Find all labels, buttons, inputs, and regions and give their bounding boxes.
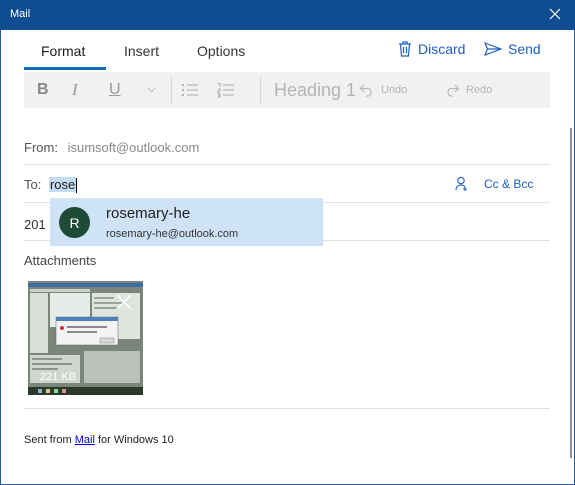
- title-bar: Mail: [0, 0, 575, 30]
- redo-icon: [447, 84, 460, 97]
- to-field[interactable]: To: rose: [24, 177, 78, 194]
- undo-icon: [359, 84, 372, 97]
- divider: [24, 164, 550, 165]
- close-icon[interactable]: [547, 6, 563, 22]
- redo-label: Redo: [466, 84, 493, 96]
- remove-attachment-icon[interactable]: [115, 293, 133, 311]
- scrollbar[interactable]: [570, 128, 572, 458]
- tab-options[interactable]: Options: [197, 43, 245, 59]
- bullet-list-icon: [181, 83, 198, 97]
- undo-label: Undo: [381, 84, 408, 96]
- tab-insert[interactable]: Insert: [124, 43, 159, 59]
- add-person-icon: [455, 176, 467, 191]
- to-label: To:: [24, 177, 42, 192]
- redo-button[interactable]: Redo: [444, 72, 492, 108]
- attachment-thumbnail[interactable]: 221 KB: [28, 281, 143, 395]
- suggestion-name: rosemary-he: [106, 205, 191, 222]
- numbered-list-icon: [217, 83, 234, 98]
- avatar: R: [59, 207, 90, 238]
- tab-format[interactable]: Format: [41, 43, 85, 59]
- from-value: isumsoft@outlook.com: [67, 140, 200, 155]
- format-toolbar: B I U Heading 1 Undo Redo: [24, 72, 550, 108]
- underline-button[interactable]: U: [109, 72, 121, 108]
- cc-bcc-label: Cc & Bcc: [484, 176, 534, 191]
- attachment-size: 221 KB: [40, 371, 77, 383]
- send-icon: [484, 42, 502, 56]
- window-title: Mail: [10, 8, 31, 20]
- signature-prefix: Sent from: [24, 434, 75, 446]
- signature: Sent from Mail for Windows 10: [24, 434, 174, 446]
- mail-link[interactable]: Mail: [75, 434, 95, 446]
- attachments-label: Attachments: [24, 253, 97, 268]
- active-tab-indicator: [24, 67, 106, 70]
- undo-button[interactable]: Undo: [359, 72, 407, 108]
- trash-icon: [399, 41, 411, 57]
- italic-button[interactable]: I: [72, 72, 78, 108]
- signature-suffix: for Windows 10: [94, 434, 174, 446]
- send-button[interactable]: Send: [484, 41, 541, 57]
- toolbar-divider: [260, 76, 261, 104]
- to-input[interactable]: rose: [48, 177, 77, 192]
- from-field[interactable]: From: isumsoft@outlook.com: [24, 140, 199, 155]
- send-label: Send: [508, 41, 541, 57]
- bold-button[interactable]: B: [37, 72, 49, 108]
- suggestion-email: rosemary-he@outlook.com: [106, 228, 239, 240]
- subject-field[interactable]: 201: [24, 217, 46, 232]
- bullet-list-button[interactable]: [181, 72, 199, 108]
- discard-label: Discard: [418, 41, 466, 57]
- chevron-down-icon[interactable]: [147, 72, 156, 108]
- contact-suggestion[interactable]: R rosemary-he rosemary-he@outlook.com: [50, 198, 323, 246]
- cc-bcc-button[interactable]: Cc & Bcc: [455, 176, 533, 191]
- discard-button[interactable]: Discard: [398, 41, 465, 57]
- divider: [24, 408, 550, 409]
- toolbar-divider: [171, 76, 172, 104]
- heading-style-button[interactable]: Heading 1: [274, 72, 356, 108]
- from-label: From:: [24, 140, 58, 155]
- text-caret: [76, 178, 78, 194]
- numbered-list-button[interactable]: [217, 72, 235, 108]
